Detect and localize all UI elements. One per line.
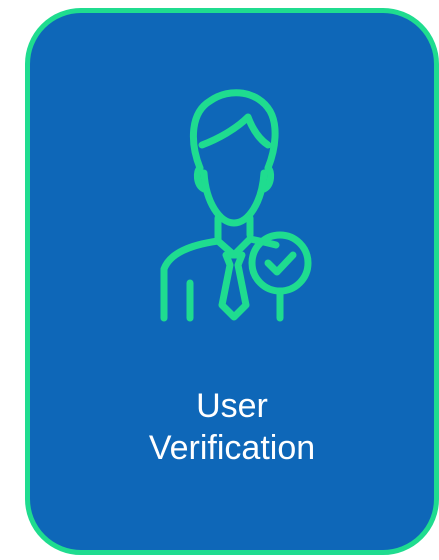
card-label-line2: Verification	[148, 429, 316, 467]
verified-user-icon	[130, 73, 330, 323]
user-verification-card[interactable]: User Verification	[25, 8, 439, 555]
card-label-line1: User	[196, 387, 268, 425]
card-label: User Verification	[30, 385, 434, 469]
